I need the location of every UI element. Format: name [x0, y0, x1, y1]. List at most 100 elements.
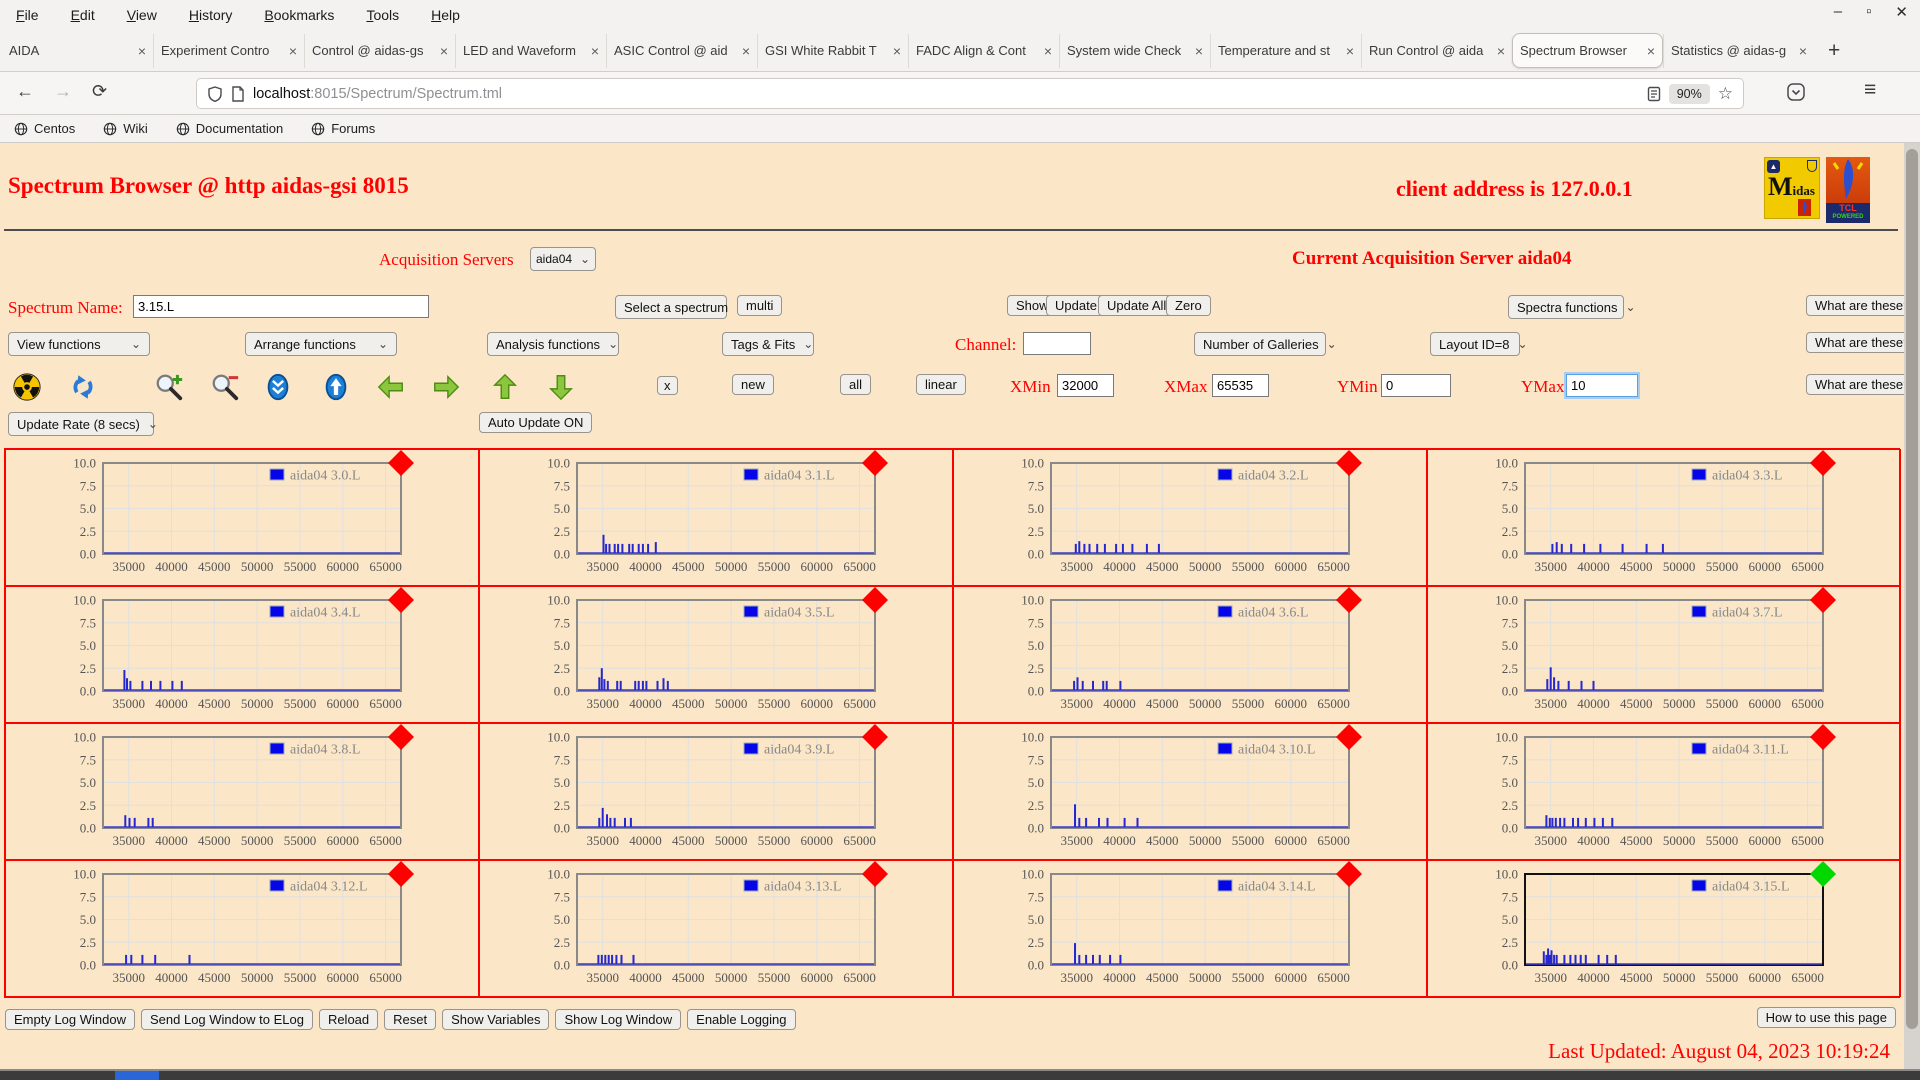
bookmark-centos[interactable]: Centos — [14, 121, 75, 136]
spectrum-name-input[interactable] — [133, 295, 429, 318]
bookmark-forums[interactable]: Forums — [311, 121, 375, 136]
spectrum-cell-aida04-3-13-L[interactable]: 0.0 2.5 5.0 7.5 10.0 35000 40000 45000 50000 5500… — [479, 860, 953, 997]
minimize-button[interactable]: – — [1834, 3, 1842, 21]
spectrum-cell-aida04-3-4-L[interactable]: 0.0 2.5 5.0 7.5 10.0 35000 40000 45000 50000 5500… — [5, 586, 479, 723]
spectra-functions-dropdown[interactable]: Spectra functions ⌄ — [1508, 295, 1636, 319]
close-window-button[interactable]: ✕ — [1895, 3, 1908, 21]
xmin-input[interactable] — [1057, 374, 1114, 397]
spectrum-cell-aida04-3-7-L[interactable]: 0.0 2.5 5.0 7.5 10.0 35000 40000 45000 50000 5500… — [1427, 586, 1901, 723]
reload-button[interactable]: Reload — [318, 1009, 379, 1030]
multi-button[interactable]: multi — [737, 295, 783, 316]
zoom-in-icon[interactable] — [154, 372, 184, 402]
bookmark-star-icon[interactable]: ☆ — [1718, 84, 1733, 104]
spectrum-cell-aida04-3-8-L[interactable]: 0.0 2.5 5.0 7.5 10.0 35000 40000 45000 50000 5500… — [5, 723, 479, 860]
reset-button[interactable]: Reset — [384, 1009, 437, 1030]
tags-fits-dropdown[interactable]: Tags & Fits ⌄ — [722, 332, 814, 356]
what-are-these-button-1[interactable]: What are these? — [1806, 295, 1920, 316]
tab-system-wide-check[interactable]: System wide Check × — [1059, 33, 1210, 68]
show-log-window-button[interactable]: Show Log Window — [555, 1009, 682, 1030]
channel-input[interactable] — [1023, 332, 1091, 355]
reload-button[interactable]: ⟳ — [92, 81, 107, 102]
zero-button[interactable]: Zero — [1166, 295, 1211, 316]
how-to-use-button[interactable]: How to use this page — [1756, 1007, 1896, 1028]
bookmark-wiki[interactable]: Wiki — [103, 121, 148, 136]
spectrum-cell-aida04-3-9-L[interactable]: 0.0 2.5 5.0 7.5 10.0 35000 40000 45000 50000 5500… — [479, 723, 953, 860]
view-functions-dropdown[interactable]: View functions ⌄ — [8, 332, 150, 356]
analysis-functions-dropdown[interactable]: Analysis functions ⌄ — [487, 332, 619, 356]
tab-run-control-aida[interactable]: Run Control @ aida × — [1361, 33, 1512, 68]
reader-mode-icon[interactable] — [1647, 86, 1661, 102]
tab-close-icon[interactable]: × — [138, 43, 146, 59]
tab-close-icon[interactable]: × — [440, 43, 448, 59]
tab-close-icon[interactable]: × — [1044, 43, 1052, 59]
spectrum-cell-aida04-3-6-L[interactable]: 0.0 2.5 5.0 7.5 10.0 35000 40000 45000 50000 5500… — [953, 586, 1427, 723]
hamburger-menu-icon[interactable]: ≡ — [1864, 78, 1876, 102]
new-button[interactable]: new — [732, 374, 774, 395]
tab-control-aidas-gs[interactable]: Control @ aidas-gs × — [304, 33, 455, 68]
vertical-scrollbar[interactable] — [1904, 143, 1920, 1080]
linear-button[interactable]: linear — [916, 374, 966, 395]
spectrum-cell-aida04-3-15-L[interactable]: 0.0 2.5 5.0 7.5 10.0 35000 40000 45000 50000 5500… — [1427, 860, 1901, 997]
url-bar[interactable]: localhost:8015/Spectrum/Spectrum.tml 90%… — [196, 78, 1744, 109]
menu-bookmarks[interactable]: Bookmarks — [264, 7, 334, 23]
tab-close-icon[interactable]: × — [1346, 43, 1354, 59]
tab-statistics-aidas-g[interactable]: Statistics @ aidas-g × — [1663, 33, 1814, 68]
spectrum-cell-aida04-3-0-L[interactable]: 0.0 2.5 5.0 7.5 10.0 35000 40000 45000 50000 5500… — [5, 449, 479, 586]
forward-button[interactable]: → — [54, 81, 72, 102]
radioactive-icon[interactable] — [12, 372, 42, 402]
update-rate-dropdown[interactable]: Update Rate (8 secs) ⌄ — [8, 412, 158, 436]
layout-id-dropdown[interactable]: Layout ID=8 ⌄ — [1430, 332, 1528, 356]
tab-close-icon[interactable]: × — [289, 43, 297, 59]
tab-fadc-align-cont[interactable]: FADC Align & Cont × — [908, 33, 1059, 68]
spectrum-cell-aida04-3-5-L[interactable]: 0.0 2.5 5.0 7.5 10.0 35000 40000 45000 50000 5500… — [479, 586, 953, 723]
enable-logging-button[interactable]: Enable Logging — [687, 1009, 796, 1030]
auto-update-button[interactable]: Auto Update ON — [479, 412, 593, 433]
empty-log-window-button[interactable]: Empty Log Window — [5, 1009, 135, 1030]
menu-edit[interactable]: Edit — [71, 7, 95, 23]
pocket-icon[interactable] — [1786, 82, 1806, 102]
tab-close-icon[interactable]: × — [1647, 43, 1655, 59]
arrow-left-icon[interactable] — [376, 372, 406, 402]
menu-tools[interactable]: Tools — [366, 7, 399, 23]
back-button[interactable]: ← — [16, 81, 34, 102]
number-of-galleries-dropdown[interactable]: Number of Galleries ⌄ — [1194, 332, 1337, 356]
tab-gsi-white-rabbit-t[interactable]: GSI White Rabbit T × — [757, 33, 908, 68]
arrange-functions-dropdown[interactable]: Arrange functions ⌄ — [245, 332, 397, 356]
show-variables-button[interactable]: Show Variables — [442, 1009, 550, 1030]
tab-close-icon[interactable]: × — [1195, 43, 1203, 59]
what-are-these-button-2[interactable]: What are these? — [1806, 332, 1920, 353]
shield-icon[interactable] — [207, 85, 223, 102]
scrollbar-thumb[interactable] — [1906, 149, 1918, 1029]
ymax-input[interactable] — [1566, 374, 1638, 397]
tab-experiment-contro[interactable]: Experiment Contro × — [153, 33, 304, 68]
tab-led-and-waveform[interactable]: LED and Waveform × — [455, 33, 606, 68]
tab-aida[interactable]: AIDA × — [2, 34, 153, 68]
send-log-window-to-elog-button[interactable]: Send Log Window to ELog — [141, 1009, 313, 1030]
zoom-out-icon[interactable] — [210, 372, 240, 402]
select-spectrum-dropdown[interactable]: Select a spectrum⌄ — [615, 295, 746, 319]
update-button[interactable]: Update — [1046, 295, 1106, 316]
tab-spectrum-browser[interactable]: Spectrum Browser × — [1512, 33, 1663, 68]
tab-temperature-and-st[interactable]: Temperature and st × — [1210, 33, 1361, 68]
tab-close-icon[interactable]: × — [1497, 43, 1505, 59]
tab-close-icon[interactable]: × — [742, 43, 750, 59]
menu-view[interactable]: View — [127, 7, 157, 23]
spectrum-cell-aida04-3-2-L[interactable]: 0.0 2.5 5.0 7.5 10.0 35000 40000 45000 50000 5500… — [953, 449, 1427, 586]
menu-file[interactable]: File — [16, 7, 39, 23]
spectrum-cell-aida04-3-10-L[interactable]: 0.0 2.5 5.0 7.5 10.0 35000 40000 45000 50000 5500… — [953, 723, 1427, 860]
tab-close-icon[interactable]: × — [1799, 43, 1807, 59]
ymin-input[interactable] — [1381, 374, 1451, 397]
what-are-these-button-3[interactable]: What are these? — [1806, 374, 1920, 395]
spectrum-cell-aida04-3-14-L[interactable]: 0.0 2.5 5.0 7.5 10.0 35000 40000 45000 50000 5500… — [953, 860, 1427, 997]
x-button[interactable]: x — [657, 376, 678, 395]
spectrum-cell-aida04-3-11-L[interactable]: 0.0 2.5 5.0 7.5 10.0 35000 40000 45000 50000 5500… — [1427, 723, 1901, 860]
spectrum-cell-aida04-3-1-L[interactable]: 0.0 2.5 5.0 7.5 10.0 35000 40000 45000 50000 5500… — [479, 449, 953, 586]
arrow-up-icon[interactable] — [490, 372, 520, 402]
bookmark-documentation[interactable]: Documentation — [176, 121, 283, 136]
refresh-icon[interactable] — [68, 372, 98, 402]
tab-asic-control-aid[interactable]: ASIC Control @ aid × — [606, 33, 757, 68]
update-all-button[interactable]: Update All — [1098, 295, 1176, 316]
collapse-vertical-icon[interactable] — [263, 372, 293, 402]
all-button[interactable]: all — [840, 374, 872, 395]
spectrum-cell-aida04-3-3-L[interactable]: 0.0 2.5 5.0 7.5 10.0 35000 40000 45000 50000 5500… — [1427, 449, 1901, 586]
